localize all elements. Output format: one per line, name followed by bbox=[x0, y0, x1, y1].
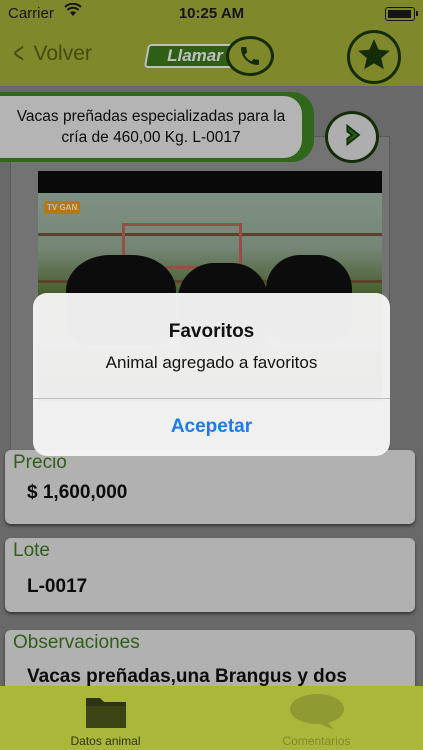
tab-label: Datos animal bbox=[70, 734, 141, 748]
tab-bar: Datos animal Comentarios bbox=[0, 686, 423, 750]
speech-bubble-icon bbox=[288, 692, 346, 737]
folder-icon bbox=[84, 692, 128, 735]
alert-title: Favoritos bbox=[168, 321, 255, 342]
alert-message: Animal agregado a favoritos bbox=[105, 353, 318, 372]
alert-accept-button[interactable]: Acepetar bbox=[33, 398, 390, 456]
tab-datos-animal[interactable]: Datos animal bbox=[0, 686, 211, 750]
tab-comentarios[interactable]: Comentarios bbox=[211, 686, 422, 750]
tab-label: Comentarios bbox=[282, 734, 351, 748]
favorites-alert: Favoritos Animal agregado a favoritos Ac… bbox=[33, 293, 390, 456]
